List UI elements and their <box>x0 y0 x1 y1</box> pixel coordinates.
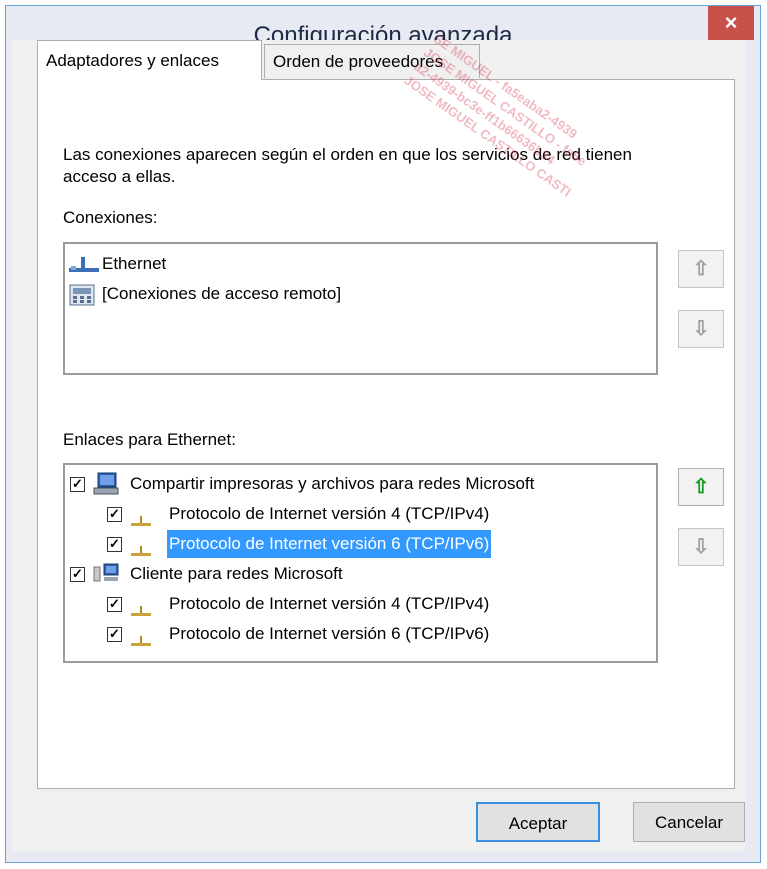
connection-label: Ethernet <box>102 254 167 273</box>
ethernet-icon <box>69 256 99 284</box>
tab-adaptadores-y-enlaces[interactable]: Adaptadores y enlaces <box>37 40 262 80</box>
binding-label: Protocolo de Internet versión 4 (TCP/IPv… <box>169 594 490 613</box>
description-text: Las conexiones aparecen según el orden e… <box>63 145 632 186</box>
binding-label: Protocolo de Internet versión 6 (TCP/IPv… <box>169 624 490 643</box>
close-button[interactable]: × <box>708 6 754 40</box>
binding-checkbox[interactable]: ✓ <box>107 537 122 552</box>
binding-checkbox[interactable]: ✓ <box>70 477 85 492</box>
binding-label: Cliente para redes Microsoft <box>130 564 343 583</box>
connections-move-down-button[interactable]: ⇩ <box>678 310 724 348</box>
binding-checkbox[interactable]: ✓ <box>107 627 122 642</box>
ok-button[interactable]: Aceptar <box>476 802 600 842</box>
connections-label: Conexiones: <box>63 208 158 227</box>
protocol-icon <box>131 599 151 627</box>
file-printer-sharing-icon <box>92 472 120 505</box>
binding-checkbox[interactable]: ✓ <box>107 507 122 522</box>
cancel-button[interactable]: Cancelar <box>633 802 745 842</box>
bindings-move-down-button[interactable]: ⇩ <box>678 528 724 566</box>
connections-list[interactable]: Ethernet [Conexiones de acceso remoto] <box>63 242 658 375</box>
bindings-move-up-button[interactable]: ⇧ <box>678 468 724 506</box>
bindings-tree[interactable]: ✓ Compartir impresoras y archivos para r… <box>63 463 658 663</box>
binding-label: Protocolo de Internet versión 6 (TCP/IPv… <box>167 530 492 558</box>
protocol-icon <box>131 509 151 537</box>
connections-move-up-button[interactable]: ⇧ <box>678 250 724 288</box>
remote-access-icon <box>69 284 95 315</box>
binding-label: Compartir impresoras y archivos para red… <box>130 474 535 493</box>
binding-checkbox[interactable]: ✓ <box>70 567 85 582</box>
binding-label: Protocolo de Internet versión 4 (TCP/IPv… <box>169 504 490 523</box>
protocol-icon <box>131 629 151 657</box>
tab-orden-de-proveedores[interactable]: Orden de proveedores <box>264 44 480 78</box>
binding-checkbox[interactable]: ✓ <box>107 597 122 612</box>
network-client-icon <box>92 563 120 594</box>
connection-label: [Conexiones de acceso remoto] <box>102 284 342 303</box>
bindings-label: Enlaces para Ethernet: <box>63 430 236 449</box>
